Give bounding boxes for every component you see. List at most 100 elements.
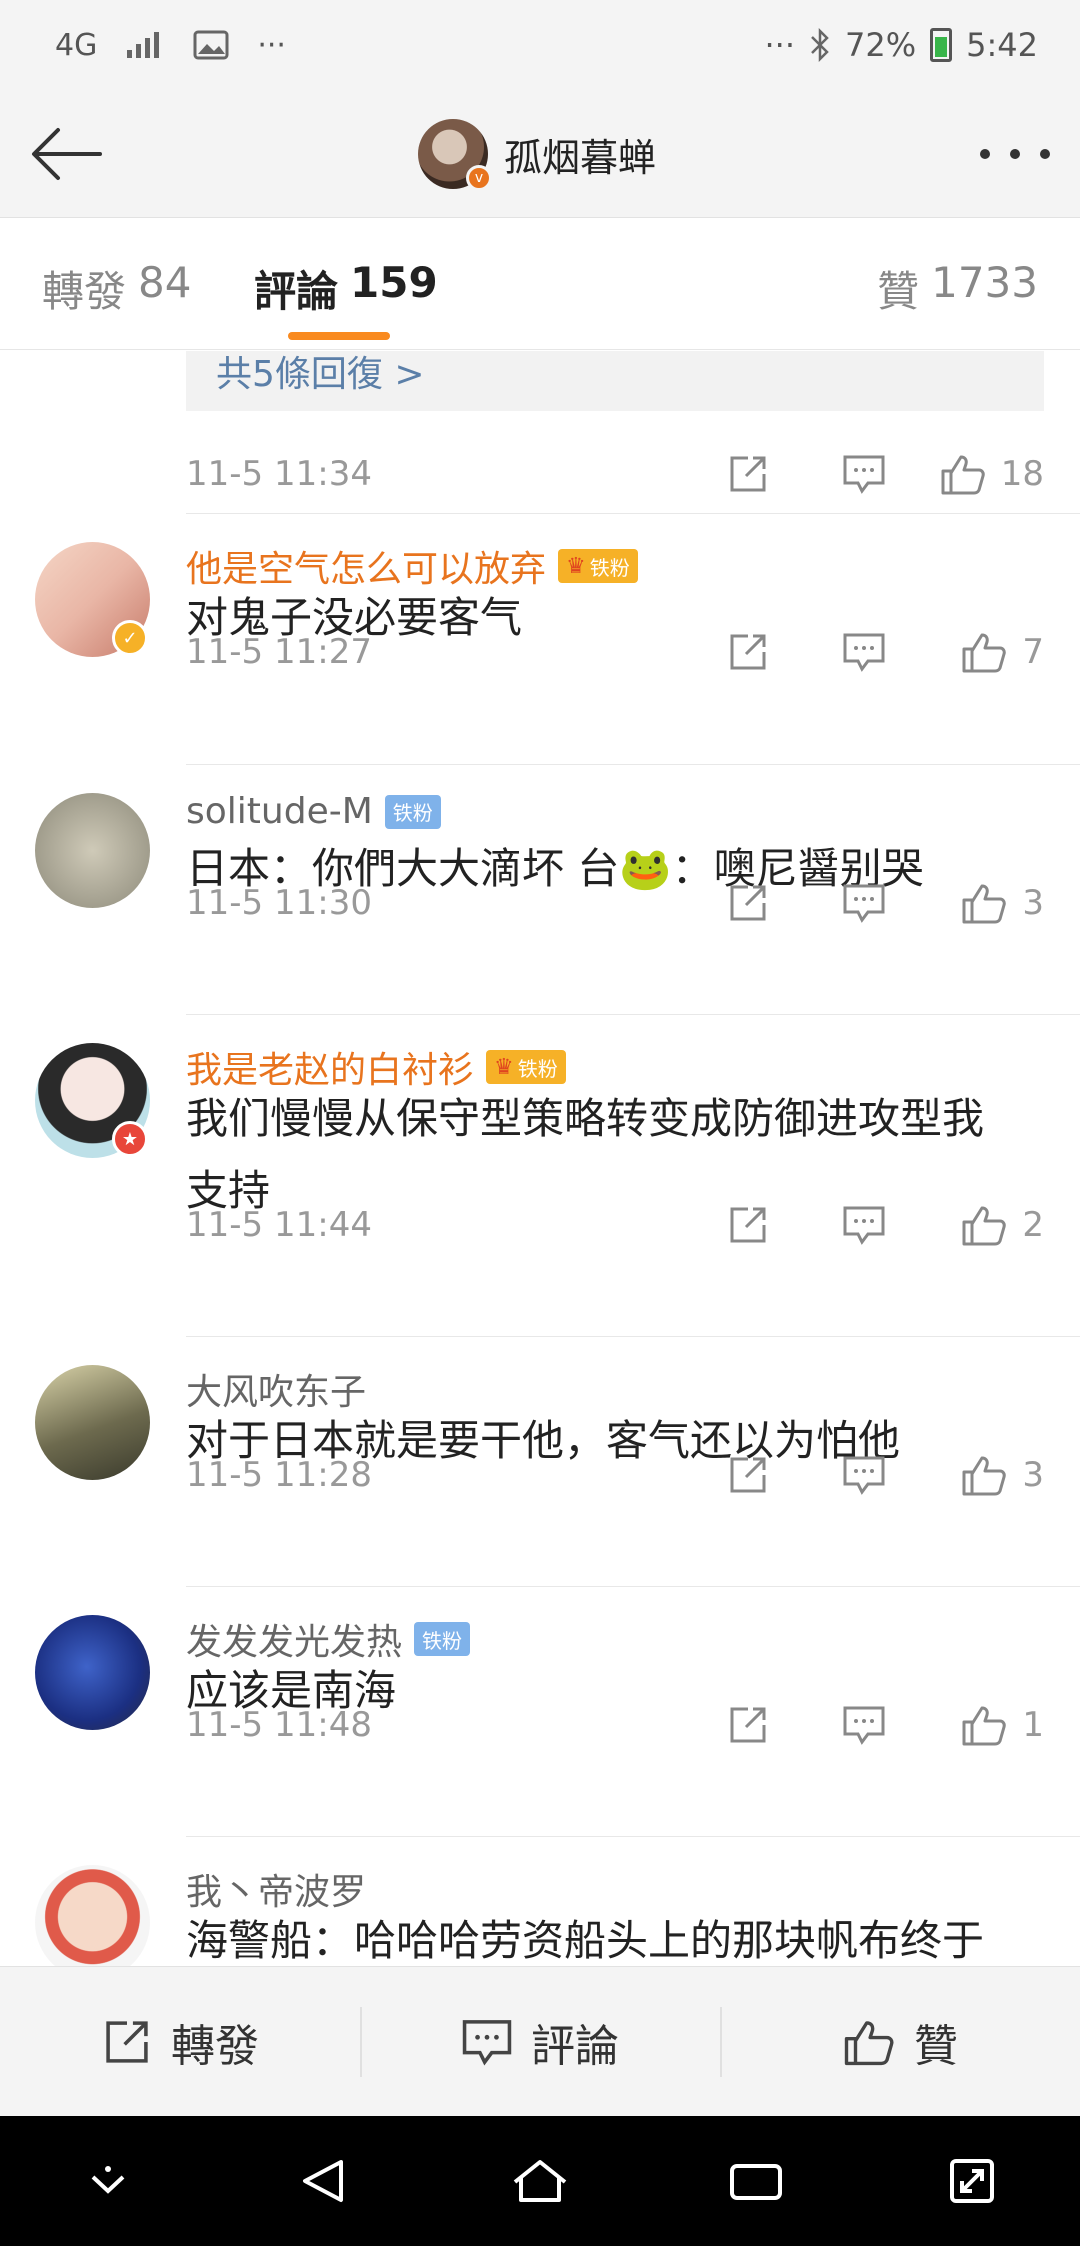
active-tab-indicator [288, 332, 390, 340]
comment-username[interactable]: solitude-M 铁粉 [186, 791, 441, 832]
share-button[interactable] [718, 444, 778, 504]
like-button[interactable]: 7 [934, 629, 1044, 675]
tab-likes-count: 1733 [931, 258, 1038, 307]
author-avatar[interactable]: v [418, 119, 492, 191]
gallery-icon [193, 30, 229, 60]
tab-comments[interactable]: 評論 159 [254, 258, 438, 319]
share-icon [730, 1207, 766, 1243]
divider [186, 513, 1080, 514]
user-avatar[interactable] [35, 1865, 150, 1966]
share-button[interactable] [718, 1195, 778, 1255]
comment-button[interactable]: 評論 [360, 1967, 720, 2116]
username-text: solitude-M [186, 791, 373, 832]
comment-text: 海警船：哈哈哈劳资船头上的那块帆布终于 [186, 1916, 985, 1965]
comment-meta: 11-5 11:48 1 [186, 1695, 1044, 1755]
comment-icon [843, 633, 885, 672]
replies-box[interactable]: 共5條回復 > [186, 351, 1044, 411]
comment-time: 11-5 11:48 [186, 1705, 372, 1745]
repost-button[interactable]: 轉發 [0, 1967, 360, 2116]
network-label: 4G [55, 27, 98, 63]
comment-icon [843, 1706, 885, 1745]
comment-list[interactable]: 共5條回復 > 11-5 11:34 18 ✓ 他是空气怎么可以放弃 ♛ 铁粉 对… [0, 351, 1080, 1966]
author-name[interactable]: 孤烟暮蝉 [504, 127, 656, 182]
fan-badge-label: 铁粉 [589, 555, 630, 580]
like-button[interactable]: 1 [934, 1702, 1044, 1748]
thumbs-up-icon [962, 1706, 1007, 1746]
profile-header[interactable]: v 孤烟暮蝉 [418, 118, 656, 191]
battery-percent: 72% [845, 26, 917, 64]
comment-time: 11-5 11:27 [186, 632, 372, 672]
divider [186, 764, 1080, 765]
comment-icon [843, 884, 885, 923]
comment-meta: 11-5 11:30 3 [186, 873, 1044, 933]
comment-time: 11-5 11:34 [186, 454, 372, 494]
comment-meta: 11-5 11:34 18 [186, 444, 1044, 504]
comment-label: 評論 [531, 2020, 619, 2072]
tab-repost-label: 轉發 [42, 267, 127, 316]
like-button[interactable]: 3 [934, 880, 1044, 926]
arrow-left-icon [32, 128, 102, 180]
like-button[interactable]: 3 [934, 1452, 1044, 1498]
crown-icon: ♛ [494, 1054, 514, 1080]
comment-icon [843, 1206, 885, 1245]
comment-meta: 11-5 11:44 2 [186, 1195, 1044, 1255]
share-button[interactable] [718, 1445, 778, 1505]
thumbs-up-icon [941, 455, 985, 495]
recents-icon [730, 2164, 782, 2200]
fan-badge-label: 铁粉 [392, 801, 433, 825]
verified-badge-icon: v [466, 165, 492, 191]
nav-home-button[interactable] [500, 2141, 580, 2221]
share-button[interactable] [718, 873, 778, 933]
view-replies-link[interactable]: 共5條回復 > [216, 351, 425, 397]
nav-hide-button[interactable] [68, 2141, 148, 2221]
thumbs-up-icon [962, 1456, 1007, 1496]
share-icon [730, 634, 766, 670]
bottom-action-bar: 轉發 評論 贊 [0, 1966, 1080, 2116]
reply-button[interactable] [834, 444, 894, 504]
more-dot-icon [1010, 149, 1020, 159]
comment-time: 11-5 11:30 [186, 883, 372, 923]
comment-icon [462, 2019, 512, 2065]
reply-button[interactable] [834, 1195, 894, 1255]
like-count: 3 [1022, 1455, 1044, 1495]
tab-repost[interactable]: 轉發 84 [42, 258, 191, 319]
divider [186, 1586, 1080, 1587]
divider [186, 1836, 1080, 1837]
status-bar: 4G ··· ··· 72% 5:42 [0, 0, 1080, 90]
reply-button[interactable] [834, 1445, 894, 1505]
iron-fan-badge: 铁粉 [414, 1622, 471, 1656]
tab-bar: 轉發 84 評論 159 贊 1733 [0, 218, 1080, 350]
comment-time: 11-5 11:28 [186, 1455, 372, 1495]
nav-back-button[interactable] [284, 2141, 364, 2221]
more-dot-icon [980, 149, 990, 159]
like-button[interactable]: 18 [934, 451, 1044, 497]
user-avatar[interactable] [35, 1615, 150, 1730]
clock: 5:42 [966, 26, 1038, 64]
vip-badge-icon: ★ [112, 1121, 148, 1157]
user-avatar[interactable] [35, 1365, 150, 1480]
nav-expand-button[interactable] [932, 2141, 1012, 2221]
like-button[interactable]: 2 [934, 1202, 1044, 1248]
comment-meta: 11-5 11:28 3 [186, 1445, 1044, 1505]
divider [186, 1014, 1080, 1015]
nav-recents-button[interactable] [716, 2141, 796, 2221]
back-button[interactable] [26, 116, 106, 192]
status-more-left: ··· [257, 27, 286, 63]
more-button[interactable] [980, 134, 1050, 174]
share-icon [730, 1457, 766, 1493]
share-button[interactable] [718, 622, 778, 682]
share-button[interactable] [718, 1695, 778, 1755]
like-post-button[interactable]: 贊 [720, 1967, 1080, 2116]
share-icon [730, 456, 766, 492]
iron-fan-badge: ♛ 铁粉 [558, 549, 638, 583]
comment-icon [843, 455, 885, 494]
reply-button[interactable] [834, 1695, 894, 1755]
user-avatar[interactable] [35, 793, 150, 908]
iron-fan-badge: 铁粉 [384, 794, 441, 829]
like-count: 3 [1022, 883, 1044, 923]
tab-comments-count: 159 [350, 258, 438, 307]
tab-likes[interactable]: 贊 1733 [877, 258, 1038, 319]
reply-button[interactable] [834, 622, 894, 682]
reply-button[interactable] [834, 873, 894, 933]
tab-comments-label: 評論 [254, 267, 339, 316]
